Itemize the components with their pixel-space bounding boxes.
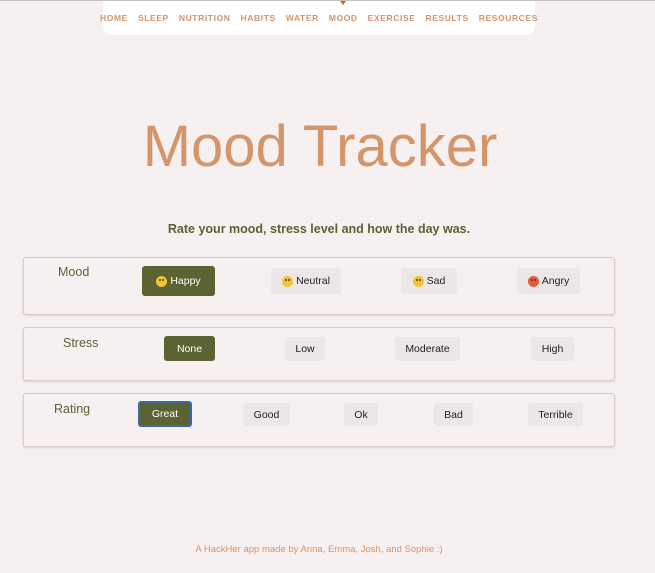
smiling-face-icon (156, 275, 168, 287)
angry-face-icon (527, 275, 539, 287)
rating-label: Rating (54, 402, 91, 416)
nav-item-water[interactable]: WATER (281, 13, 324, 23)
footer-credits: A HackHer app made by Anna, Emma, Josh, … (195, 544, 443, 555)
stress-none-button[interactable]: None (164, 336, 215, 361)
rating-great-button[interactable]: Great (138, 401, 192, 427)
mood-sad-label: Sad (426, 275, 446, 287)
stress-panel: Stress None Low Moderate High (23, 327, 615, 381)
nav-item-home[interactable]: HOME (95, 13, 133, 23)
stress-low-button[interactable]: Low (285, 337, 325, 361)
stress-high-button[interactable]: High (531, 337, 574, 361)
rating-panel: Rating Great Good Ok Bad Terrible (23, 393, 615, 447)
mood-happy-label: Happy (170, 275, 201, 287)
nav-item-nutrition[interactable]: NUTRITION (174, 13, 236, 23)
stress-moderate-button[interactable]: Moderate (395, 337, 460, 361)
mood-label: Mood (58, 265, 90, 279)
rating-good-button[interactable]: Good (243, 403, 290, 426)
nav-item-sleep[interactable]: SLEEP (133, 13, 174, 23)
neutral-face-icon (282, 275, 294, 287)
nav-item-results[interactable]: RESULTS (420, 13, 473, 23)
nav-item-mood[interactable]: MOOD (324, 1, 363, 23)
mood-neutral-label: Neutral (296, 275, 330, 287)
mood-neutral-button[interactable]: Neutral (271, 268, 341, 294)
nav-item-exercise[interactable]: EXERCISE (363, 13, 421, 23)
mood-angry-button[interactable]: Angry (517, 268, 580, 294)
mood-sad-button[interactable]: Sad (401, 268, 457, 294)
mood-panel: Mood Happy Neutral Sad Angry (23, 257, 615, 315)
nav-item-resources[interactable]: RESOURCES (474, 13, 543, 23)
mood-angry-label: Angry (541, 275, 570, 287)
nav-item-habits[interactable]: HABITS (236, 13, 281, 23)
rating-ok-button[interactable]: Ok (344, 403, 378, 426)
sad-face-icon (412, 275, 424, 287)
stress-label: Stress (63, 336, 99, 350)
mood-happy-button[interactable]: Happy (142, 266, 215, 296)
rating-bad-button[interactable]: Bad (434, 403, 473, 426)
top-nav: HOME SLEEP NUTRITION HABITS WATER MOOD E… (100, 1, 537, 35)
rating-terrible-button[interactable]: Terrible (528, 403, 583, 426)
page-title: Mood Tracker (142, 114, 498, 179)
page-subtitle: Rate your mood, stress level and how the… (167, 222, 471, 236)
